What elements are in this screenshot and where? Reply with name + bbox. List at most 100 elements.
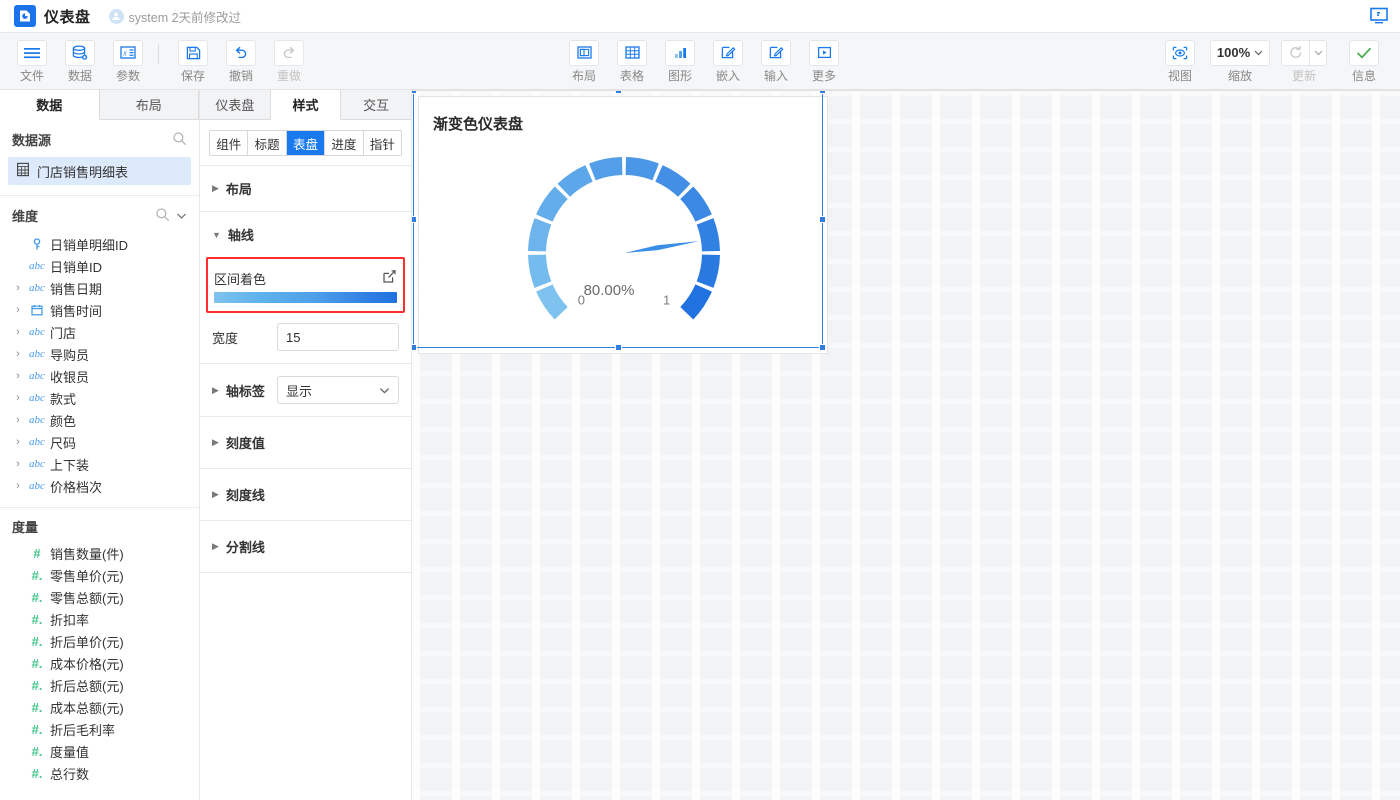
segment-pointer[interactable]: 指针 bbox=[364, 131, 401, 155]
resize-handle-w[interactable] bbox=[412, 216, 417, 223]
section-tickline-header[interactable]: ▶ 刻度线 bbox=[200, 468, 411, 520]
measure-field-row[interactable]: #.折后毛利率 bbox=[0, 718, 199, 740]
interval-gradient-bar[interactable] bbox=[214, 292, 397, 303]
toolbar-chart-button[interactable]: 图形 bbox=[656, 40, 704, 83]
edit-square-icon[interactable] bbox=[382, 269, 397, 287]
dimension-search-icon[interactable] bbox=[155, 207, 170, 225]
dimension-field-row[interactable]: ›abc价格档次 bbox=[0, 475, 199, 497]
toolbar-view-button[interactable]: 视图 bbox=[1152, 40, 1208, 83]
section-axisline-header[interactable]: ▼ 轴线 bbox=[200, 211, 411, 257]
more-play-icon bbox=[809, 40, 839, 66]
gauge-widget[interactable]: 渐变色仪表盘 80.00%01 bbox=[418, 96, 828, 354]
section-tickvalue-header[interactable]: ▶ 刻度值 bbox=[200, 416, 411, 468]
measure-field-row[interactable]: #.零售单价(元) bbox=[0, 564, 199, 586]
chevron-right-icon[interactable]: › bbox=[12, 392, 24, 404]
axis-label-select[interactable]: 显示 bbox=[277, 376, 399, 404]
refresh-icon[interactable] bbox=[1281, 40, 1309, 66]
dimension-field-row[interactable]: ›销售时间 bbox=[0, 299, 199, 321]
toolbar-zoom-control[interactable]: 100% 缩放 bbox=[1208, 40, 1272, 83]
toolbar-file-button[interactable]: 文件 bbox=[8, 40, 56, 83]
measure-field-row[interactable]: #.折扣率 bbox=[0, 608, 199, 630]
dimension-field-row[interactable]: ›abc尺码 bbox=[0, 431, 199, 453]
toolbar-refresh-control[interactable]: 更新 bbox=[1272, 40, 1336, 83]
refresh-dropdown-arrow[interactable] bbox=[1309, 40, 1327, 66]
chevron-right-icon[interactable]: › bbox=[12, 458, 24, 470]
dimension-field-row[interactable]: ›abc颜色 bbox=[0, 409, 199, 431]
toolbar-more-button[interactable]: 更多 bbox=[800, 40, 848, 83]
search-icon[interactable] bbox=[172, 131, 187, 149]
toolbar-save-button[interactable]: 保存 bbox=[169, 40, 217, 83]
tab-data[interactable]: 数据 bbox=[0, 90, 100, 120]
chevron-down-icon bbox=[1254, 50, 1263, 56]
dimension-field-row[interactable]: ›abc上下装 bbox=[0, 453, 199, 475]
datasource-item-selected[interactable]: 门店销售明细表 bbox=[8, 157, 191, 185]
table-doc-icon bbox=[16, 162, 30, 180]
chevron-right-icon[interactable]: › bbox=[12, 304, 24, 316]
segment-progress[interactable]: 进度 bbox=[325, 131, 363, 155]
tab-layout[interactable]: 布局 bbox=[100, 90, 200, 119]
measure-field-row[interactable]: #.总行数 bbox=[0, 762, 199, 784]
section-splitline-header[interactable]: ▶ 分割线 bbox=[200, 520, 411, 572]
chevron-right-icon[interactable]: › bbox=[12, 326, 24, 338]
dimension-field-row[interactable]: ›abc门店 bbox=[0, 321, 199, 343]
toolbar-info-button[interactable]: 信息 bbox=[1336, 40, 1392, 83]
measure-field-row[interactable]: #.折后总额(元) bbox=[0, 674, 199, 696]
tab-dashboard-label: 仪表盘 bbox=[215, 95, 254, 114]
resize-handle-ne[interactable] bbox=[819, 90, 826, 94]
tab-style[interactable]: 样式 bbox=[271, 90, 342, 120]
chevron-right-icon[interactable]: › bbox=[12, 436, 24, 448]
toolbar-embed-button[interactable]: 嵌入 bbox=[704, 40, 752, 83]
gauge-segment bbox=[680, 187, 712, 222]
segment-title[interactable]: 标题 bbox=[248, 131, 286, 155]
toolbar-input-label: 输入 bbox=[764, 69, 788, 83]
measure-field-row[interactable]: #.零售总额(元) bbox=[0, 586, 199, 608]
dimension-field-row[interactable]: 日销单明细ID bbox=[0, 233, 199, 255]
measure-field-row[interactable]: #.折后单价(元) bbox=[0, 630, 199, 652]
dimension-field-name: 上下装 bbox=[50, 455, 89, 474]
segment-dial[interactable]: 表盘 bbox=[287, 131, 325, 155]
tab-dashboard[interactable]: 仪表盘 bbox=[200, 90, 271, 119]
check-mark-icon bbox=[1349, 40, 1379, 66]
toolbar-param-button[interactable]: x 参数 bbox=[104, 40, 152, 83]
chevron-right-icon[interactable]: › bbox=[12, 414, 24, 426]
dimension-field-row[interactable]: ›abc收银员 bbox=[0, 365, 199, 387]
chevron-right-icon[interactable]: › bbox=[12, 370, 24, 382]
embed-pencil-icon bbox=[713, 40, 743, 66]
gauge-chart: 80.00%01 bbox=[419, 125, 829, 355]
dimension-field-row[interactable]: ›abc销售日期 bbox=[0, 277, 199, 299]
tab-interaction[interactable]: 交互 bbox=[341, 90, 411, 119]
toolbar-input-button[interactable]: 输入 bbox=[752, 40, 800, 83]
toolbar-table-button[interactable]: 表格 bbox=[608, 40, 656, 83]
section-axislabel-header[interactable]: ▶ 轴标签 显示 bbox=[200, 363, 411, 416]
toolbar-zoom-label: 缩放 bbox=[1228, 69, 1252, 83]
chevron-right-icon[interactable]: › bbox=[12, 480, 24, 492]
toolbar-data-button[interactable]: 数据 bbox=[56, 40, 104, 83]
chevron-right-icon[interactable]: › bbox=[12, 282, 24, 294]
zoom-select[interactable]: 100% bbox=[1210, 40, 1270, 66]
toolbar-undo-button[interactable]: 撤销 bbox=[217, 40, 265, 83]
dashboard-canvas[interactable]: 渐变色仪表盘 80.00%01 bbox=[412, 90, 1400, 800]
toolbar-layout-button[interactable]: 布局 bbox=[560, 40, 608, 83]
number-type-icon: #. bbox=[24, 722, 50, 737]
dimension-field-row[interactable]: ›abc款式 bbox=[0, 387, 199, 409]
resize-handle-sw[interactable] bbox=[412, 344, 417, 351]
abc-type-icon: abc bbox=[24, 282, 50, 294]
section-layout-header[interactable]: ▶ 布局 bbox=[200, 165, 411, 211]
presentation-screen-icon[interactable] bbox=[1368, 6, 1390, 26]
gauge-needle bbox=[625, 241, 699, 253]
resize-handle-nw[interactable] bbox=[412, 90, 417, 94]
measure-field-row[interactable]: #.成本总额(元) bbox=[0, 696, 199, 718]
dimension-field-row[interactable]: abc日销单ID bbox=[0, 255, 199, 277]
resize-handle-n[interactable] bbox=[615, 90, 622, 94]
refresh-split-button[interactable] bbox=[1281, 40, 1327, 66]
measure-field-row[interactable]: #销售数量(件) bbox=[0, 542, 199, 564]
segment-component[interactable]: 组件 bbox=[210, 131, 248, 155]
measure-field-row[interactable]: #.度量值 bbox=[0, 740, 199, 762]
toolbar-redo-button[interactable]: 重做 bbox=[265, 40, 313, 83]
axis-width-input[interactable] bbox=[277, 323, 399, 351]
measure-heading: 度量 bbox=[0, 508, 199, 542]
chevron-down-icon[interactable] bbox=[176, 208, 187, 223]
dimension-field-row[interactable]: ›abc导购员 bbox=[0, 343, 199, 365]
measure-field-row[interactable]: #.成本价格(元) bbox=[0, 652, 199, 674]
chevron-right-icon[interactable]: › bbox=[12, 348, 24, 360]
